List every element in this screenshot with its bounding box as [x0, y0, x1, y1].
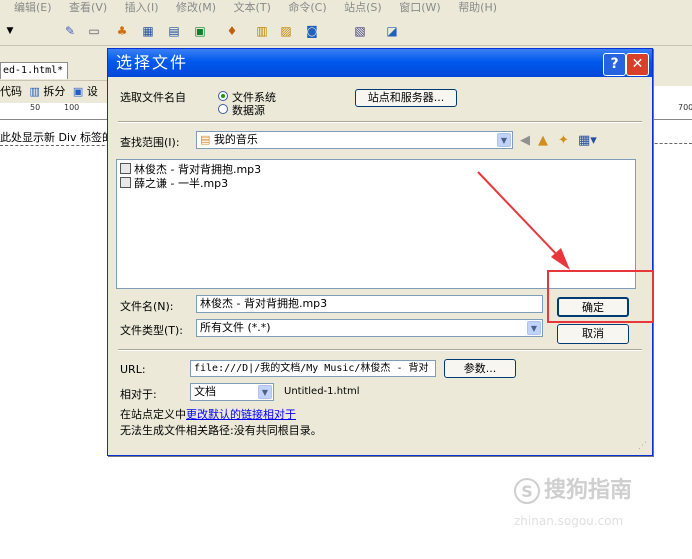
watermark-url: zhinan.sogou.com — [514, 514, 624, 528]
highlight-box — [547, 270, 654, 323]
annotation-arrow-line — [477, 171, 561, 259]
watermark-logo: S — [514, 478, 540, 504]
watermark: S 搜狗指南 — [514, 472, 632, 504]
watermark-text: 搜狗指南 — [544, 478, 633, 503]
